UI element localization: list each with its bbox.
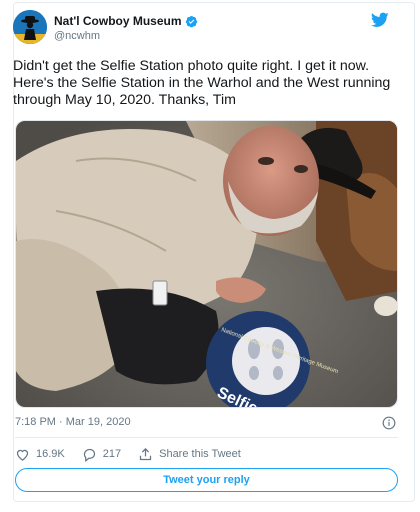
tweet-your-reply-button[interactable]: Tweet your reply [15,468,398,492]
avatar[interactable] [13,10,47,44]
tweet-text: Didn't get the Selfie Station photo quit… [13,58,391,108]
share-button[interactable]: Share this Tweet [138,447,241,462]
verified-badge-icon [185,15,197,27]
tweet-timestamp[interactable]: 7:18 PM · Mar 19, 2020 [15,416,131,428]
twitter-bird-icon[interactable] [371,12,389,28]
info-icon[interactable] [382,416,396,430]
cowboy-avatar-icon [13,10,47,44]
reply-bubble-icon [83,448,95,462]
heart-icon [16,449,29,461]
reply-count: 217 [102,448,122,460]
author-handle[interactable]: @ncwhm [54,30,198,42]
tweet-header: Nat'l Cowboy Museum @ncwhm [13,10,389,50]
share-label: Share this Tweet [159,448,241,460]
author-display-name[interactable]: Nat'l Cowboy Museum [54,14,182,28]
like-button[interactable]: 16.9K [15,447,65,462]
tweet-meta: 7:18 PM · Mar 19, 2020 [15,416,398,432]
share-icon [139,447,152,460]
tweet-actions: 16.9K 217 Share this Tweet [15,445,258,463]
like-count: 16.9K [36,448,65,460]
divider [15,437,398,438]
reply-button[interactable]: 217 [82,447,121,462]
tweet-media-photo[interactable]: Selfie Sta National Cowboy & Western Her… [15,120,398,408]
selfie-photo: Selfie Sta National Cowboy & Western Her… [16,121,397,407]
